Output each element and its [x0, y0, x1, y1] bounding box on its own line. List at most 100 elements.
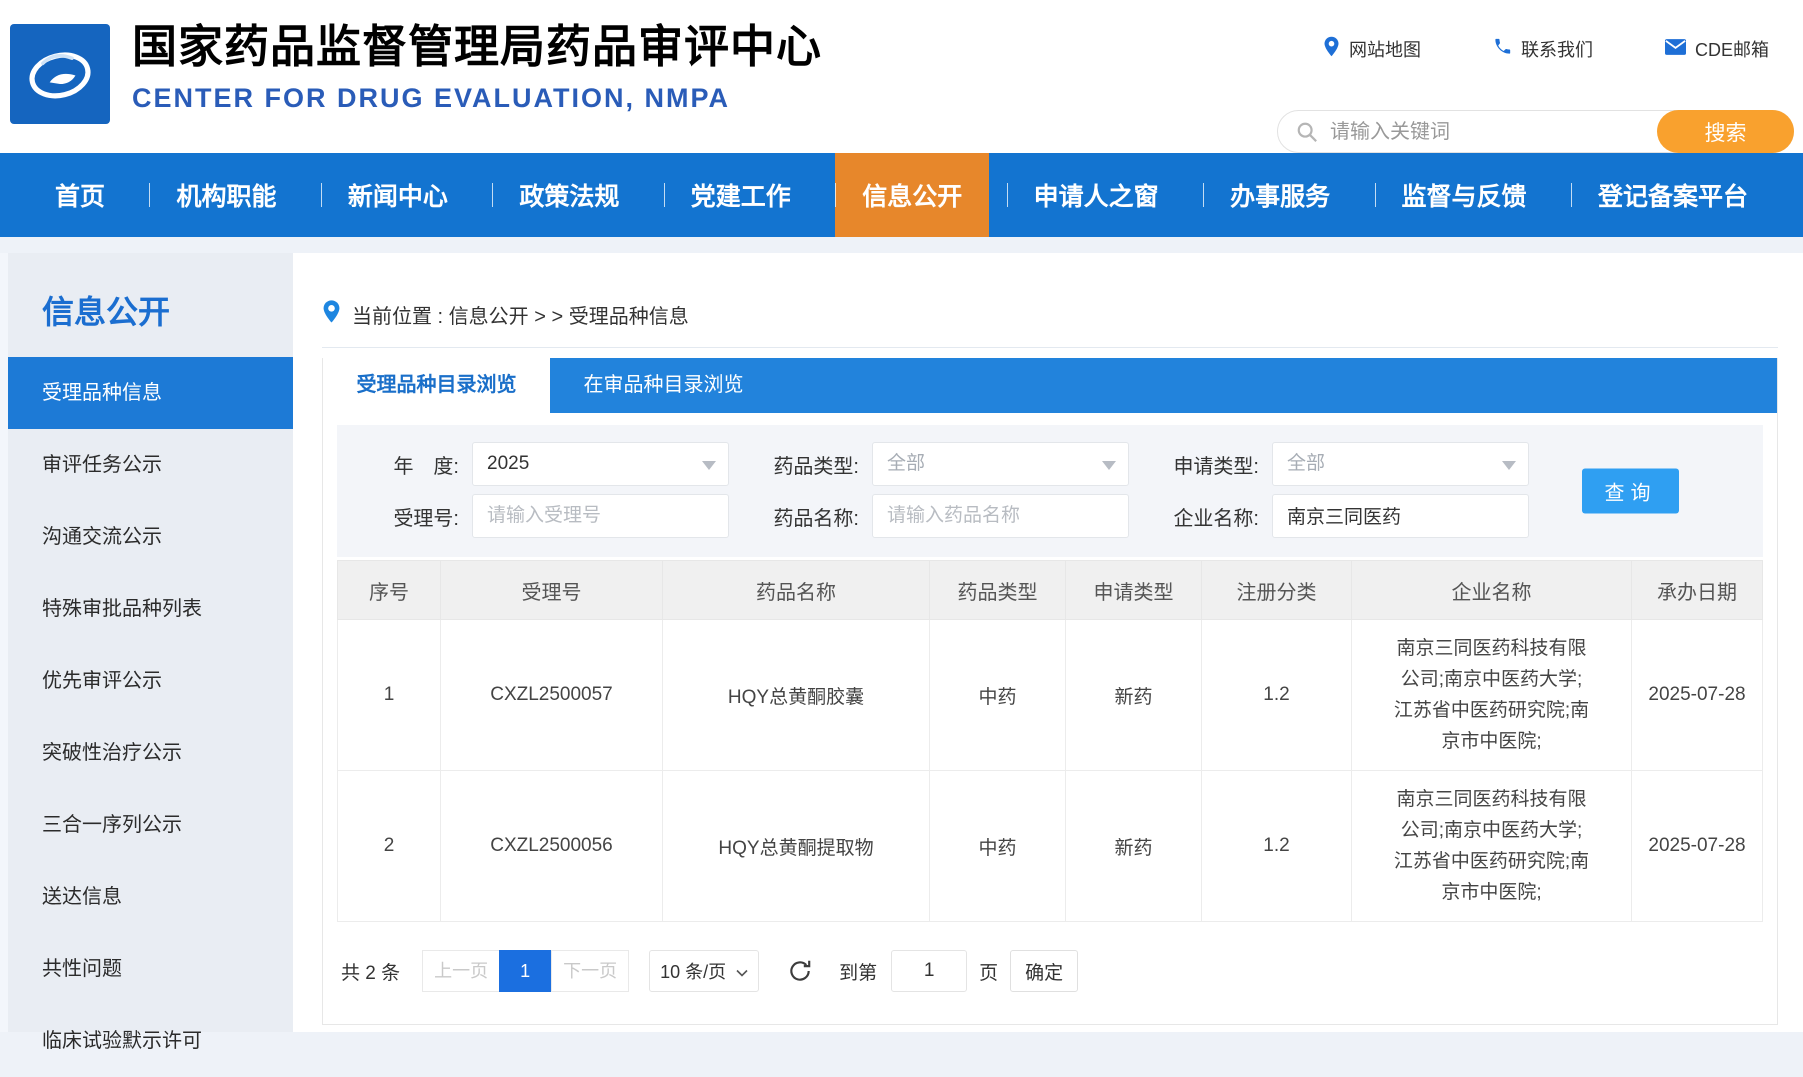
site-title: 国家药品监督管理局药品审评中心	[132, 21, 822, 73]
nav-item[interactable]: 办事服务	[1203, 153, 1357, 237]
chevron-down-icon	[702, 461, 716, 470]
sidebar-item-label: 共性问题	[42, 958, 122, 980]
page-number-button[interactable]: 1	[499, 950, 551, 992]
nav-item-label: 申请人之窗	[1034, 177, 1159, 213]
filter-row-1: 年 度: 2025 药品类型: 全部 申请类型: 全部	[337, 441, 1763, 487]
cell-date: 2025-07-28	[1632, 620, 1763, 771]
contact-link[interactable]: 联系我们	[1493, 36, 1593, 62]
sidebar-item[interactable]: 共性问题	[8, 933, 293, 1005]
nav-item[interactable]: 政策法规	[492, 153, 646, 237]
sidebar-item[interactable]: 突破性治疗公示	[8, 717, 293, 789]
page-size-select[interactable]: 10 条/页	[649, 950, 759, 992]
nav-item[interactable]: 机构职能	[149, 153, 303, 237]
goto-page-input[interactable]	[891, 950, 967, 992]
table-body: 1 CXZL2500057 HQY总黄酮胶囊 中药 新药 1.2 南京三同医药科…	[338, 620, 1763, 922]
sitemap-link[interactable]: 网站地图	[1323, 36, 1421, 62]
cell-drug-type: 中药	[930, 620, 1066, 771]
sidebar-item[interactable]: 特殊审批品种列表	[8, 573, 293, 645]
filter-row-2: 受理号: 药品名称: 企业名称:	[337, 493, 1763, 539]
nav-item[interactable]: 首页	[28, 153, 132, 237]
nav-item[interactable]: 申请人之窗	[1007, 153, 1186, 237]
total-count: 共 2 条	[341, 958, 400, 985]
sidebar-item[interactable]: 审评任务公示	[8, 429, 293, 501]
cell-apply-type: 新药	[1066, 620, 1202, 771]
cell-reg-class: 1.2	[1202, 620, 1352, 771]
sidebar-item[interactable]: 临床试验默示许可	[8, 1005, 293, 1077]
year-select[interactable]: 2025	[472, 442, 729, 486]
tab-accepted-catalog[interactable]: 受理品种目录浏览	[323, 358, 550, 413]
drug-type-select-value: 全部	[887, 453, 925, 474]
sidebar-item-label: 送达信息	[42, 886, 122, 908]
column-header: 注册分类	[1202, 561, 1352, 620]
next-page-button[interactable]: 下一页	[551, 950, 629, 992]
cde-logo[interactable]	[10, 24, 110, 124]
nav-item[interactable]: 新闻中心	[321, 153, 475, 237]
sidebar-item-label: 审评任务公示	[42, 454, 162, 476]
nav-item-label: 首页	[55, 177, 105, 213]
nav-item[interactable]: 信息公开	[835, 153, 989, 237]
prev-page-button[interactable]: 上一页	[422, 950, 500, 992]
sidebar-item[interactable]: 沟通交流公示	[8, 501, 293, 573]
chevron-down-icon	[1502, 461, 1516, 470]
contact-label: 联系我们	[1521, 36, 1593, 62]
acceptance-no-label: 受理号:	[347, 502, 459, 531]
confirm-button[interactable]: 确定	[1010, 950, 1078, 992]
apply-type-select-value: 全部	[1287, 453, 1325, 474]
nav-item[interactable]: 登记备案平台	[1571, 153, 1775, 237]
company-input[interactable]	[1287, 495, 1514, 535]
column-header: 受理号	[441, 561, 663, 620]
nav-item[interactable]: 监督与反馈	[1375, 153, 1554, 237]
page-size-value: 10 条/页	[660, 958, 726, 984]
column-header: 序号	[338, 561, 441, 620]
location-pin-icon	[322, 299, 341, 329]
breadcrumb-text: 当前位置 : 信息公开 > > 受理品种信息	[352, 300, 689, 329]
year-label: 年 度:	[347, 450, 459, 479]
sidebar-item[interactable]: 送达信息	[8, 861, 293, 933]
drug-name-input[interactable]	[887, 496, 1114, 536]
column-header: 药品名称	[663, 561, 930, 620]
cell-company: 南京三同医药科技有限公司;南京中医药大学;江苏省中医药研究院;南京市中医院;	[1352, 771, 1632, 922]
year-select-value: 2025	[487, 453, 529, 474]
cell-company: 南京三同医药科技有限公司;南京中医药大学;江苏省中医药研究院;南京市中医院;	[1352, 620, 1632, 771]
nav-item-label: 信息公开	[862, 177, 962, 213]
chevron-down-icon	[736, 961, 748, 982]
column-header: 申请类型	[1066, 561, 1202, 620]
apply-type-label: 申请类型:	[1147, 450, 1259, 479]
main-nav: 首页 机构职能 新闻中心 政策法规 党建工作 信息公开 申请人之窗 办事服务 监…	[0, 153, 1803, 237]
breadcrumb: 当前位置 : 信息公开 > > 受理品种信息	[322, 253, 1778, 348]
sidebar-item[interactable]: 优先审评公示	[8, 645, 293, 717]
results-table: 序号 受理号 药品名称 药品类型 申请类型 注册分类	[337, 560, 1763, 922]
page-unit-label: 页	[979, 958, 998, 985]
cell-drug-type: 中药	[930, 771, 1066, 922]
mail-link[interactable]: CDE邮箱	[1665, 36, 1769, 62]
tab-under-review-catalog[interactable]: 在审品种目录浏览	[550, 358, 777, 413]
sidebar: 信息公开 受理品种信息 审评任务公示 沟通交流公示 特殊审批品种列表	[0, 253, 293, 1032]
chevron-down-icon	[1102, 461, 1116, 470]
drug-type-select[interactable]: 全部	[872, 442, 1129, 486]
nav-item[interactable]: 党建工作	[664, 153, 818, 237]
pagination: 共 2 条 上一页 1 下一页 10 条/页	[341, 950, 1763, 1024]
acceptance-no-input[interactable]	[487, 496, 714, 536]
nav-item-label: 新闻中心	[348, 177, 448, 213]
search-input[interactable]	[1328, 111, 1632, 154]
drug-name-field	[872, 494, 1129, 538]
filter-panel: 年 度: 2025 药品类型: 全部 申请类型: 全部	[337, 425, 1763, 557]
top-links: 网站地图 联系我们 CDE邮箱	[1323, 36, 1769, 62]
refresh-icon[interactable]	[787, 958, 813, 984]
sidebar-item[interactable]: 三合一序列公示	[8, 789, 293, 861]
cell-reg-class: 1.2	[1202, 771, 1352, 922]
nav-item-label: 政策法规	[519, 177, 619, 213]
sidebar-item-label: 突破性治疗公示	[42, 742, 182, 764]
cell-drug-name: HQY总黄酮提取物	[663, 771, 930, 922]
apply-type-select[interactable]: 全部	[1272, 442, 1529, 486]
sidebar-item-label: 受理品种信息	[42, 382, 162, 404]
sidebar-item[interactable]: 受理品种信息	[8, 357, 293, 429]
search-button[interactable]: 搜索	[1657, 110, 1794, 153]
nav-item-label: 办事服务	[1230, 177, 1330, 213]
main-content: 当前位置 : 信息公开 > > 受理品种信息 受理品种目录浏览 在审品种目录浏览…	[293, 253, 1803, 1032]
goto-page-label: 到第	[839, 958, 877, 985]
card-inner: 年 度: 2025 药品类型: 全部 申请类型: 全部	[323, 413, 1777, 1024]
query-button[interactable]: 查询	[1582, 469, 1679, 514]
cell-drug-name: HQY总黄酮胶囊	[663, 620, 930, 771]
sidebar-menu: 受理品种信息 审评任务公示 沟通交流公示 特殊审批品种列表 优先审评公示	[8, 357, 293, 1077]
